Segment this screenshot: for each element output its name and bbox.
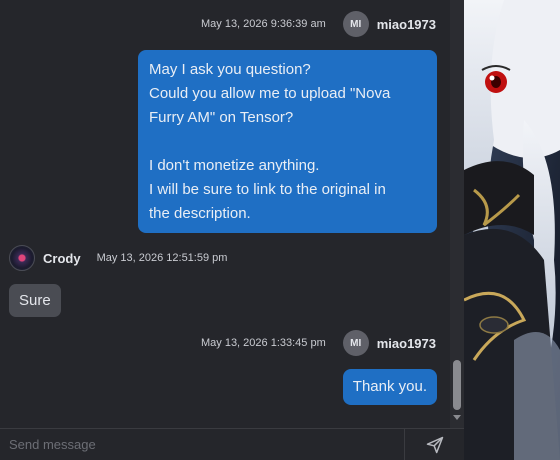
- avatar-initials: MI: [350, 18, 362, 30]
- message-line: Furry AM" on Tensor?: [149, 109, 294, 126]
- send-button[interactable]: [405, 429, 464, 460]
- scrollbar-thumb[interactable]: [453, 360, 461, 410]
- username[interactable]: Crody: [43, 251, 81, 266]
- message-header: Crody May 13, 2026 12:51:59 pm: [9, 245, 227, 271]
- message-line: [149, 130, 426, 154]
- scroll-down-arrow-icon[interactable]: [453, 415, 461, 420]
- avatar-initials: MI: [350, 337, 362, 349]
- message-timestamp: May 13, 2026 9:36:39 am: [200, 18, 326, 30]
- message-text: Sure: [19, 292, 51, 309]
- message-composer: [0, 428, 464, 460]
- message-input[interactable]: [0, 429, 404, 460]
- message-header: May 13, 2026 1:33:45 pm MI miao1973: [201, 330, 436, 356]
- avatar[interactable]: [9, 245, 35, 271]
- message-timestamp: May 13, 2026 12:51:59 pm: [96, 252, 228, 264]
- message-header: May 13, 2026 9:36:39 am MI miao1973: [201, 11, 436, 37]
- username[interactable]: miao1973: [377, 336, 436, 351]
- message-line: Could you allow me to upload "Nova: [149, 85, 391, 102]
- background-artwork: [464, 0, 560, 460]
- scrollbar[interactable]: [450, 0, 464, 428]
- message-line: May I ask you question?: [149, 61, 311, 78]
- message-line: I don't monetize anything.: [149, 157, 320, 174]
- chat-panel: May 13, 2026 9:36:39 am MI miao1973 May …: [0, 0, 450, 428]
- message-line: the description.: [149, 205, 251, 222]
- avatar[interactable]: MI: [342, 11, 369, 37]
- message-text: Thank you.: [352, 378, 427, 395]
- username[interactable]: miao1973: [377, 17, 436, 32]
- incoming-message-bubble: Sure: [9, 284, 61, 317]
- artwork-image: [464, 0, 560, 460]
- outgoing-message-bubble: May I ask you question? Could you allow …: [138, 50, 437, 233]
- message-timestamp: May 13, 2026 1:33:45 pm: [200, 337, 326, 349]
- paper-plane-icon: [426, 436, 443, 453]
- outgoing-message-bubble: Thank you.: [342, 369, 437, 405]
- avatar[interactable]: MI: [342, 330, 369, 356]
- message-line: I will be sure to link to the original i…: [149, 181, 386, 198]
